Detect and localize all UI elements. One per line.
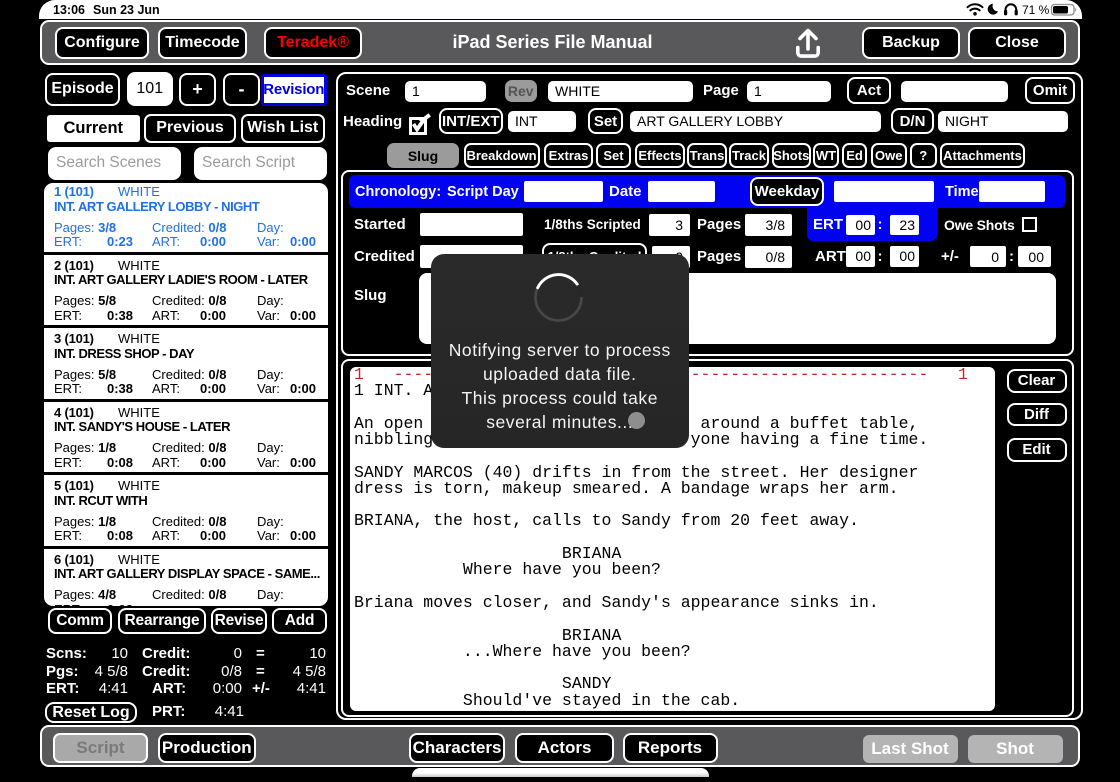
svg-text:71 %: 71 % xyxy=(1022,3,1050,17)
